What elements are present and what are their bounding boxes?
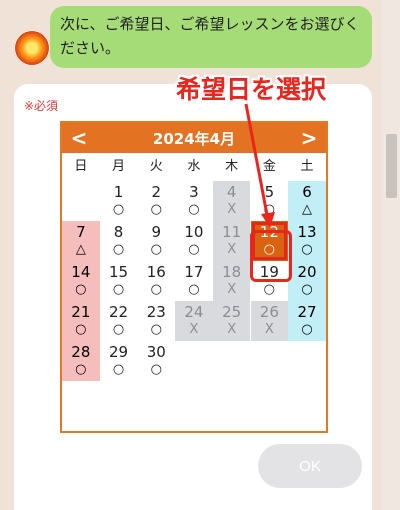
annotation-label: 希望日を選択 <box>176 75 327 104</box>
annotation-highlight-box <box>250 230 292 282</box>
ok-button[interactable]: OK <box>258 444 362 488</box>
